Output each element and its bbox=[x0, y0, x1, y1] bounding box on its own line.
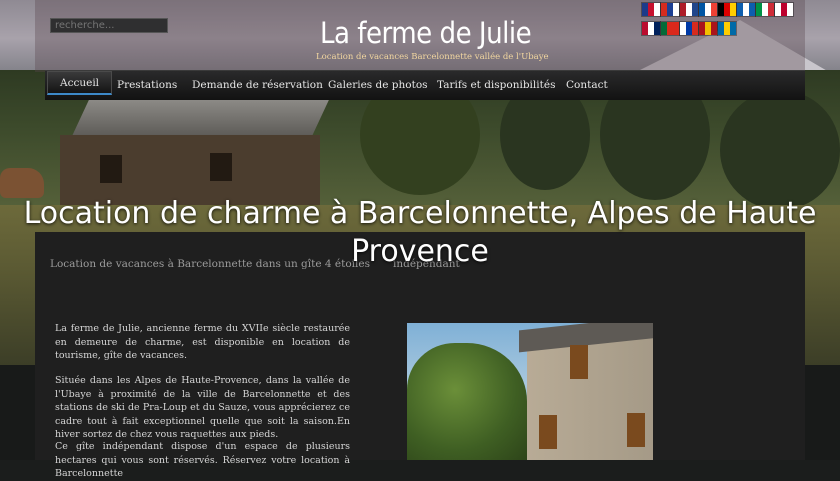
greece-flag-icon[interactable] bbox=[737, 3, 755, 16]
japan-flag-icon[interactable] bbox=[775, 3, 793, 16]
house-photo bbox=[407, 323, 653, 460]
sweden-flag-icon[interactable] bbox=[718, 22, 736, 35]
gite-paragraph: Ce gîte indépendant dispose d'un espace … bbox=[55, 441, 350, 479]
language-flags bbox=[642, 3, 802, 41]
site-title[interactable]: La ferme de Julie bbox=[320, 16, 532, 50]
russia-flag-icon[interactable] bbox=[680, 22, 698, 35]
farmhouse-roof bbox=[71, 100, 329, 138]
search-input[interactable] bbox=[50, 18, 168, 33]
nav-item-tarifs[interactable]: Tarifs et disponibilités bbox=[437, 71, 555, 100]
portugal-flag-icon[interactable] bbox=[661, 22, 679, 35]
italy-flag-icon[interactable] bbox=[756, 3, 774, 16]
spain-flag-icon[interactable] bbox=[699, 22, 717, 35]
main-nav: Accueil Prestations Demande de réservati… bbox=[45, 70, 805, 100]
taiwan-flag-icon[interactable] bbox=[661, 3, 679, 16]
germany-flag-icon[interactable] bbox=[718, 3, 736, 16]
norway-flag-icon[interactable] bbox=[642, 22, 660, 35]
cow bbox=[0, 168, 44, 198]
uk-flag-icon[interactable] bbox=[642, 3, 660, 16]
france-flag-icon[interactable] bbox=[699, 3, 717, 16]
location-paragraph: Située dans les Alpes de Haute-Provence,… bbox=[55, 375, 350, 440]
nav-item-reservation[interactable]: Demande de réservation bbox=[192, 71, 323, 100]
intro-paragraph: La ferme de Julie, ancienne ferme du XVI… bbox=[55, 323, 350, 361]
nav-item-accueil[interactable]: Accueil bbox=[47, 71, 113, 95]
nav-item-contact[interactable]: Contact bbox=[566, 71, 608, 100]
netherlands-flag-icon[interactable] bbox=[680, 3, 698, 16]
nav-item-prestations[interactable]: Prestations bbox=[117, 71, 177, 100]
site-subtitle: Location de vacances Barcelonnette vallé… bbox=[316, 52, 549, 62]
hero-heading: Location de charme à Barcelonnette, Alpe… bbox=[23, 196, 817, 269]
nav-item-galeries[interactable]: Galeries de photos bbox=[328, 71, 428, 100]
